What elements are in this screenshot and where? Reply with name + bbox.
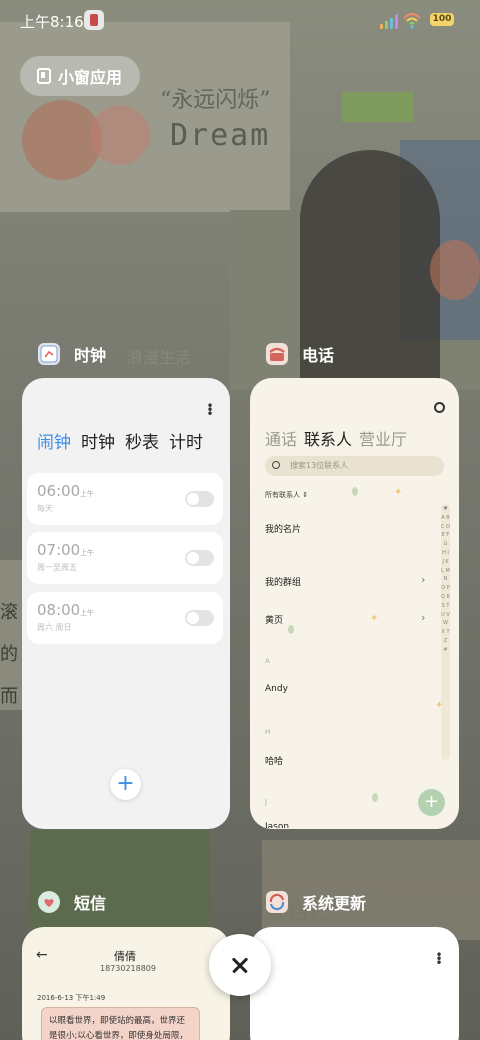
- clear-all-close-button[interactable]: [209, 934, 271, 996]
- yellow-pages-row[interactable]: 黄页: [265, 613, 283, 626]
- floating-window-label: 小窗应用: [58, 68, 123, 87]
- section-letter: A: [265, 657, 270, 665]
- wallpaper-quote: “永远闪烁”: [160, 88, 271, 113]
- back-arrow-icon[interactable]: ←: [36, 947, 48, 963]
- alarm-repeat: 周六 周日: [37, 623, 72, 632]
- sms-message-bubble[interactable]: 以眼看世界，即使站的最高，世界还是很小;以心看世界，即使身处局限，世界也是很大。: [41, 1007, 200, 1040]
- filter-label: 所有联系人: [265, 491, 300, 499]
- decoration-leaf-icon: [352, 487, 358, 496]
- chevron-right-icon: ›: [421, 573, 426, 586]
- system-update-app-card[interactable]: [250, 927, 459, 1040]
- notification-app-icon: [84, 10, 104, 30]
- wallpaper-char: 的: [0, 644, 18, 665]
- sms-app-icon: [38, 891, 60, 913]
- wallpaper-char: 滚: [0, 602, 18, 623]
- alarm-ampm: 上午: [80, 609, 94, 617]
- add-alarm-button[interactable]: +: [110, 769, 141, 800]
- app-header-clock[interactable]: 时钟: [38, 342, 106, 366]
- wallpaper-char: 而: [0, 686, 18, 707]
- app-name: 系统更新: [302, 894, 367, 913]
- phone-tabs: 通话 联系人 营业厅: [265, 426, 407, 450]
- alarm-time: 06:00: [37, 482, 81, 500]
- wallpaper-text: 浪漫生活: [127, 348, 192, 367]
- status-time: 上午8:16: [20, 13, 84, 31]
- add-contact-button[interactable]: +: [418, 789, 445, 816]
- chevron-right-icon: ›: [421, 611, 426, 624]
- app-name: 时钟: [74, 346, 107, 365]
- signal-icon: [380, 14, 398, 29]
- alarm-time: 07:00: [37, 541, 81, 559]
- floating-window-button[interactable]: 小窗应用: [20, 56, 140, 96]
- tab-timer[interactable]: 计时: [169, 428, 203, 453]
- app-name: 短信: [74, 894, 107, 913]
- search-placeholder: 搜索13位联系人: [290, 461, 349, 470]
- system-update-app-icon: [266, 891, 288, 913]
- window-icon: [37, 68, 51, 84]
- battery-icon: 100: [430, 13, 454, 26]
- contact-search-input[interactable]: 搜索13位联系人: [265, 456, 444, 476]
- more-options-icon[interactable]: • • •: [434, 949, 444, 969]
- alarm-item[interactable]: 07:00 上午 周一至周五: [27, 532, 223, 584]
- more-options-icon[interactable]: • • •: [205, 400, 215, 420]
- decoration-star-icon: ✦: [435, 700, 444, 711]
- alarm-repeat: 周一至周五: [37, 563, 77, 572]
- sms-date: 2016-6-13 下午1:49: [37, 994, 106, 1002]
- alarm-toggle[interactable]: [185, 550, 214, 566]
- tab-alarm[interactable]: 闹钟: [37, 428, 71, 453]
- decoration-leaf-icon: [372, 793, 378, 802]
- tab-contacts[interactable]: 联系人: [304, 426, 352, 450]
- tab-calls[interactable]: 通话: [265, 426, 297, 450]
- app-header-system-update[interactable]: 系统更新: [266, 890, 366, 914]
- app-header-phone[interactable]: 电话: [266, 342, 334, 366]
- alarm-ampm: 上午: [80, 490, 94, 498]
- contact-row[interactable]: Jason: [265, 822, 289, 828]
- wallpaper-dream-text: Dream: [170, 118, 271, 153]
- clock-tabs: 闹钟 时钟 秒表 计时: [37, 428, 203, 453]
- section-letter: J: [265, 798, 268, 806]
- my-card-row[interactable]: 我的名片: [265, 522, 301, 535]
- alarm-time: 08:00: [37, 601, 81, 619]
- section-letter: H: [265, 728, 271, 736]
- wallpaper-girl-silhouette: [300, 150, 440, 410]
- wallpaper-side-text: 滚 的 而: [0, 560, 24, 710]
- wallpaper-green-block: [342, 92, 414, 122]
- search-icon: [272, 461, 280, 469]
- wallpaper-flower: [90, 105, 150, 165]
- tab-clock[interactable]: 时钟: [81, 428, 115, 453]
- contact-row[interactable]: 哈哈: [265, 754, 283, 767]
- alarm-item[interactable]: 08:00 上午 周六 周日: [27, 592, 223, 644]
- phone-app-icon: [266, 343, 288, 365]
- alarm-toggle[interactable]: [185, 491, 214, 507]
- contact-row[interactable]: Andy: [265, 684, 288, 694]
- decoration-leaf-icon: [288, 625, 294, 634]
- sms-contact-name: 倩倩: [114, 950, 136, 963]
- wallpaper-flower: [430, 240, 480, 300]
- decoration-star-icon: ✦: [394, 487, 403, 498]
- tab-service-hall[interactable]: 营业厅: [359, 426, 407, 450]
- wifi-icon: [403, 12, 421, 29]
- alarm-repeat: 每天: [37, 504, 53, 513]
- my-groups-row[interactable]: 我的群组: [265, 575, 301, 588]
- decoration-star-icon: ✦: [370, 613, 379, 624]
- tab-stopwatch[interactable]: 秒表: [125, 428, 159, 453]
- status-bar: 上午8:16 100: [0, 0, 480, 40]
- settings-icon[interactable]: [434, 402, 445, 413]
- alphabet-index[interactable]: ♥ A B C D E F G H I J K L M N O P Q R S …: [441, 504, 450, 760]
- sms-contact-number: 18730218809: [100, 964, 156, 973]
- app-name: 电话: [302, 346, 335, 365]
- alarm-toggle[interactable]: [185, 610, 214, 626]
- app-header-sms[interactable]: 短信: [38, 890, 106, 914]
- alarm-item[interactable]: 06:00 上午 每天: [27, 473, 223, 525]
- clock-app-icon: [38, 343, 60, 365]
- alarm-ampm: 上午: [80, 549, 94, 557]
- sort-icon: ⇕: [302, 491, 309, 499]
- contact-filter-dropdown[interactable]: 所有联系人 ⇕: [265, 490, 308, 500]
